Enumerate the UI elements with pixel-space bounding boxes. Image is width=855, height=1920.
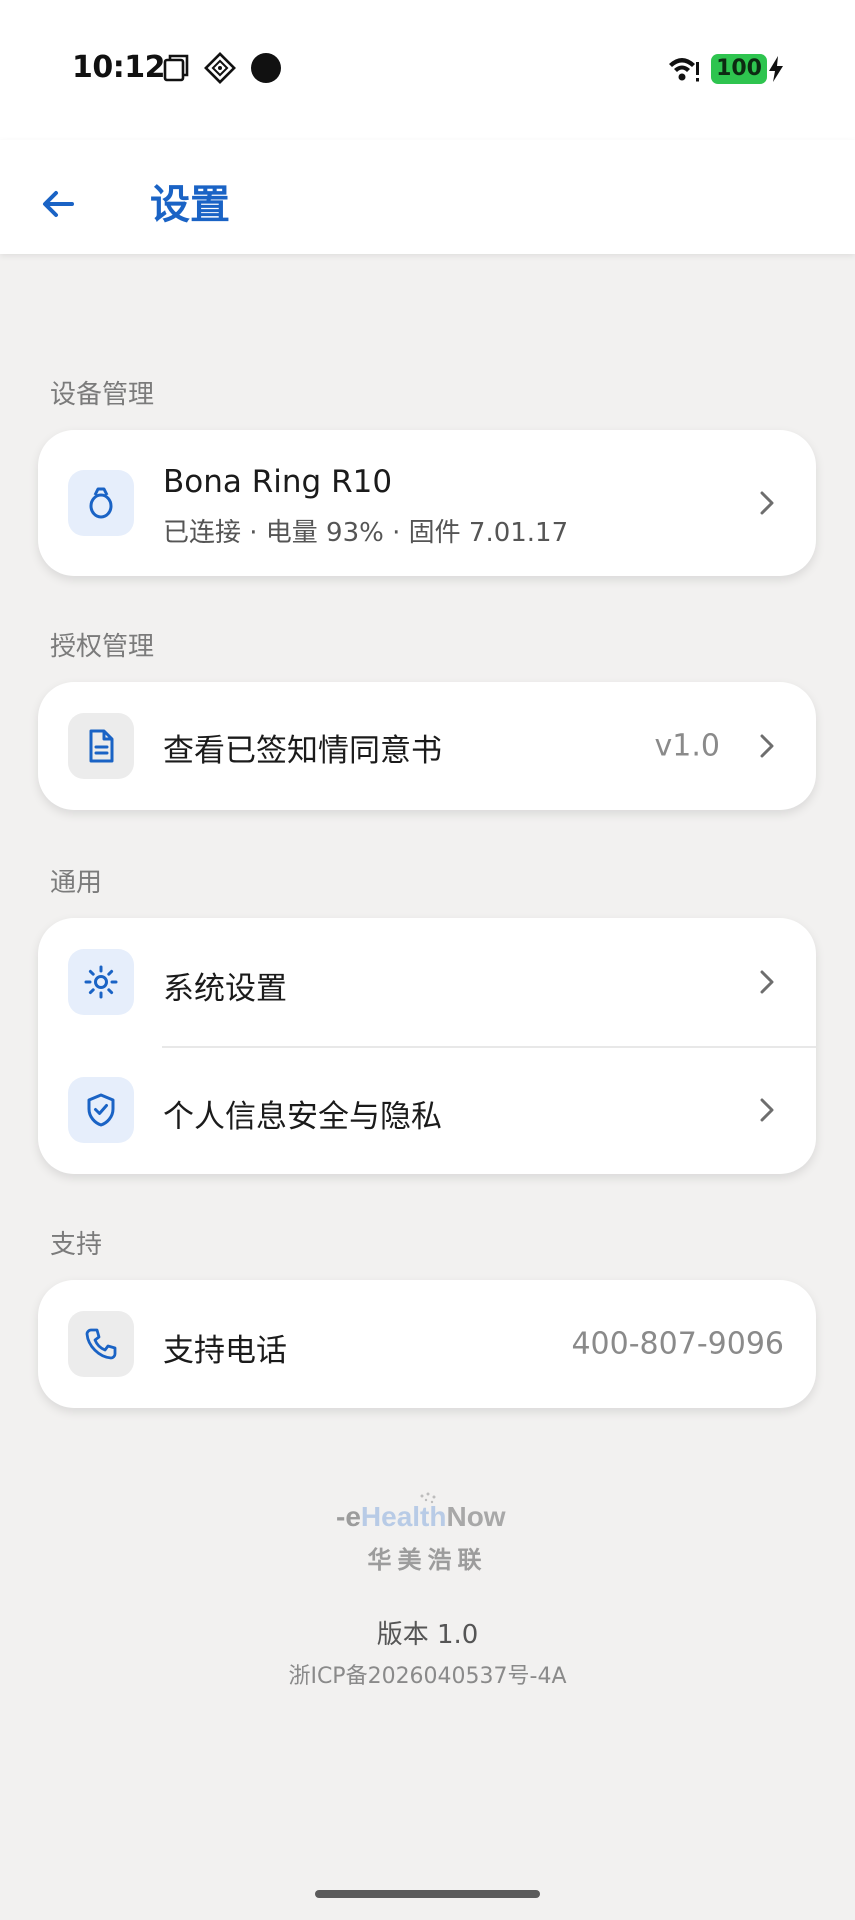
device-name: Bona Ring R10 — [163, 464, 393, 500]
battery-level: 100 — [711, 54, 767, 84]
system-settings-title: 系统设置 — [163, 971, 287, 1007]
support-card: 支持电话 400-807-9096 — [38, 1280, 816, 1408]
support-phone-row[interactable]: 支持电话 400-807-9096 — [38, 1280, 816, 1408]
system-settings-row[interactable]: 系统设置 — [38, 918, 816, 1046]
consent-row[interactable]: 查看已签知情同意书 v1.0 — [38, 682, 816, 810]
device-row[interactable]: Bona Ring R10 已连接 · 电量 93% · 固件 7.01.17 — [38, 430, 816, 576]
authorization-card: 查看已签知情同意书 v1.0 — [38, 682, 816, 810]
home-indicator[interactable] — [315, 1890, 540, 1898]
document-icon — [68, 713, 134, 779]
ehealthnow-logo: -eHealthNow — [336, 1492, 506, 1532]
brand-health: Health — [361, 1501, 447, 1532]
brand-now: Now — [446, 1501, 505, 1532]
brand-chinese-name: 华美浩联 — [367, 1546, 488, 1574]
battery-indicator: 100 — [711, 54, 785, 84]
consent-version: v1.0 — [654, 728, 720, 764]
page-title: 设置 — [150, 182, 230, 228]
privacy-row[interactable]: 个人信息安全与隐私 — [38, 1046, 816, 1174]
app-version: 版本 1.0 — [376, 1620, 479, 1650]
ring-icon — [68, 470, 134, 536]
consent-title: 查看已签知情同意书 — [163, 733, 442, 769]
record-dot-icon — [251, 53, 281, 83]
section-label-authorization: 授权管理 — [50, 632, 155, 662]
general-card: 系统设置 个人信息安全与隐私 — [38, 918, 816, 1174]
gear-icon — [68, 949, 134, 1015]
section-label-device: 设备管理 — [50, 380, 155, 410]
section-label-support: 支持 — [50, 1230, 103, 1260]
status-time: 10:12 — [72, 50, 166, 85]
shield-check-icon — [68, 1077, 134, 1143]
brand-prefix: -e — [336, 1501, 361, 1532]
phone-icon — [68, 1311, 134, 1377]
back-button[interactable] — [30, 176, 86, 232]
support-phone-title: 支持电话 — [163, 1333, 287, 1369]
wifi-alert-icon — [669, 58, 700, 82]
svg-text:-eHealthNow: -eHealthNow — [336, 1501, 506, 1532]
arrow-left-icon — [43, 191, 74, 217]
chevron-right-icon — [760, 970, 774, 994]
privacy-title: 个人信息安全与隐私 — [163, 1099, 442, 1135]
section-label-general: 通用 — [50, 868, 103, 898]
screen-copy-icon — [163, 54, 189, 82]
device-card: Bona Ring R10 已连接 · 电量 93% · 固件 7.01.17 — [38, 430, 816, 576]
chevron-right-icon — [760, 1098, 774, 1122]
charging-bolt-icon — [769, 56, 783, 82]
app-notification-icon — [204, 52, 236, 84]
chevron-right-icon — [760, 734, 774, 758]
support-phone-number[interactable]: 400-807-9096 — [571, 1327, 784, 1362]
status-right: 100 — [667, 52, 785, 86]
status-bar: 10:12 100 — [0, 0, 855, 140]
icp-record[interactable]: 浙ICP备2026040537号-4A — [0, 1658, 855, 1690]
device-status: 已连接 · 电量 93% · 固件 7.01.17 — [163, 518, 569, 548]
app-bar: 设置 — [0, 140, 855, 254]
chevron-right-icon — [760, 491, 774, 515]
